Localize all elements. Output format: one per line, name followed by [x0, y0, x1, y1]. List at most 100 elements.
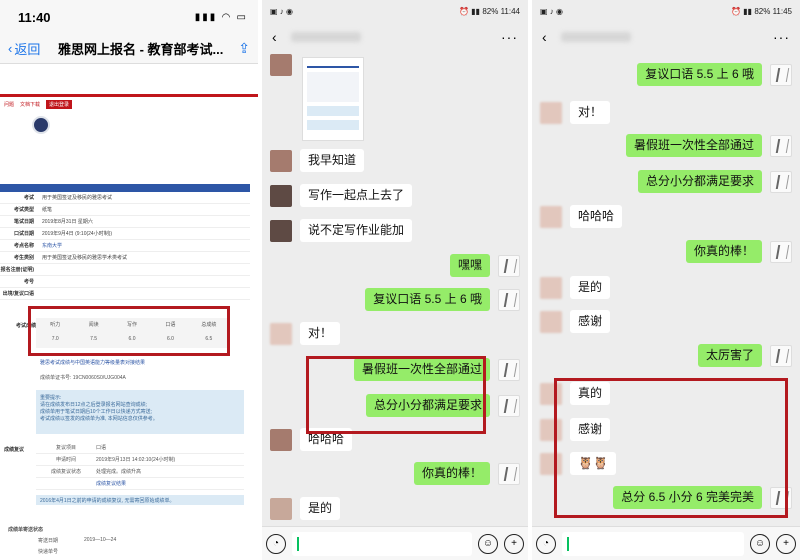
message-bubble[interactable]: 我早知道 — [300, 149, 365, 172]
share-icon[interactable]: ⇪ — [230, 40, 250, 57]
status-time: 11:40 — [18, 9, 51, 25]
contact-name-blurred — [290, 32, 361, 42]
report-number: 成绩单证书号: 19CN0060S0/UJG004A — [40, 375, 126, 381]
more-options-icon[interactable]: ··· — [773, 29, 790, 45]
notice-line: 考试成绩以签发的成绩单为准, 本网站信息仅供参考。 — [40, 416, 158, 422]
message-bubble[interactable]: 复议口语 5.5 上 6 哦 — [365, 288, 490, 311]
message-bubble[interactable]: 总分小分都满足要求 — [637, 170, 762, 193]
screenshot-thumbnail[interactable] — [302, 57, 364, 141]
message-row: 说不定写作业能加 — [270, 219, 413, 242]
message-row: 嘿嘿 — [449, 254, 520, 277]
back-button[interactable]: ‹ 返回 — [8, 39, 58, 58]
add-icon[interactable]: + — [504, 533, 524, 554]
table-row: 笔试日期 2019年8月31日 星期六 — [0, 216, 250, 228]
message-bubble[interactable]: 感谢 — [570, 310, 611, 333]
highlight-box — [554, 378, 788, 518]
avatar[interactable] — [540, 310, 562, 333]
avatar[interactable] — [770, 240, 792, 263]
notice-title: 重要提示: — [40, 395, 62, 401]
message-bubble[interactable]: 对！ — [300, 322, 341, 345]
message-row: 你真的棒！ — [685, 240, 792, 263]
avatar[interactable] — [270, 219, 292, 242]
avatar[interactable] — [498, 288, 520, 311]
table-row: 考试类型 纸笔 — [0, 204, 250, 216]
message-bubble[interactable]: 暑假班一次性全部通过 — [625, 134, 762, 157]
message-input[interactable] — [562, 531, 744, 556]
more-options-icon[interactable]: ··· — [501, 29, 518, 45]
table-row: 快递单号 — [38, 549, 59, 555]
avatar[interactable] — [540, 276, 562, 299]
avatar[interactable] — [270, 149, 292, 172]
message-bubble[interactable]: 说不定写作业能加 — [300, 219, 413, 242]
message-bubble[interactable]: 你真的棒！ — [685, 240, 762, 263]
avatar[interactable] — [770, 344, 792, 367]
back-label: 返回 — [14, 42, 41, 57]
status-time: 11:44 — [500, 6, 520, 16]
input-bar: ◔ ☺ + — [532, 526, 800, 560]
table-row: 申请时间 2019年9月13日 14:02:10(24小时制) — [36, 454, 244, 466]
status-bar: ▣ ♪ ◉ ⏰ ▮▮ 82% 11:45 — [532, 0, 800, 22]
message-row: 你真的棒！ — [413, 462, 520, 485]
emoji-icon[interactable]: ☺ — [478, 533, 498, 554]
chat-header: ‹ ··· — [262, 22, 528, 52]
avatar[interactable] — [540, 101, 562, 124]
back-arrow-icon[interactable]: ‹ — [542, 29, 547, 45]
voice-icon[interactable]: ◔ — [536, 533, 556, 554]
avatar[interactable] — [498, 358, 520, 381]
avatar[interactable] — [498, 462, 520, 485]
notice-line: 成绩单用于笔试日期后10个工作日以快递方式寄送; — [40, 409, 152, 415]
recheck-label: 成绩复议 — [4, 447, 25, 453]
link-question[interactable]: 问题 — [4, 101, 14, 108]
express-section: 成绩单寄送状态 寄送日期 2019—10—24 快递单号 — [8, 526, 248, 555]
emblem-logo — [32, 116, 50, 134]
section-header-bar — [0, 184, 250, 192]
chat-panel-2: ▣ ♪ ◉ ⏰ ▮▮ 82% 11:45 ‹ ··· 复议口语 5.5 上 6 … — [532, 0, 800, 560]
table-row: 寄送日期 2019—10—24 — [38, 537, 117, 544]
message-bubble[interactable]: 是的 — [300, 497, 341, 520]
message-input[interactable] — [292, 531, 472, 556]
back-arrow-icon[interactable]: ‹ — [272, 29, 277, 45]
message-bubble[interactable]: 写作一起点上去了 — [300, 184, 413, 207]
message-bubble[interactable]: 对！ — [570, 101, 611, 124]
message-bubble[interactable]: 复议口语 5.5 上 6 哦 — [637, 63, 762, 86]
chat-header: ‹ ··· — [532, 22, 800, 52]
message-row — [270, 54, 292, 76]
status-time: 11:45 — [772, 6, 792, 16]
avatar[interactable] — [540, 205, 562, 228]
avatar[interactable] — [770, 170, 792, 193]
avatar[interactable] — [270, 184, 292, 207]
table-row: 考号 — [0, 276, 250, 288]
voice-icon[interactable]: ◔ — [266, 533, 286, 554]
message-bubble[interactable]: 你真的棒！ — [413, 462, 490, 485]
status-bar: ▣ ♪ ◉ ⏰ ▮▮ 82% 11:44 — [262, 0, 528, 22]
add-icon[interactable]: + — [776, 533, 796, 554]
avatar[interactable] — [770, 63, 792, 86]
message-bubble[interactable]: 嘿嘿 — [449, 254, 490, 277]
alarm-signal-icon: ⏰ ▮▮ — [731, 6, 755, 16]
alarm-signal-icon: ⏰ ▮▮ — [459, 6, 483, 16]
logout-button[interactable]: 退出登录 — [46, 100, 73, 109]
table-row: 考生类别 用于英国签证及移民的雅思学术类考试 — [0, 252, 250, 264]
avatar[interactable] — [270, 54, 292, 76]
score-note-link[interactable]: 雅思考试成绩与中国英语能力等级量表对接结果 — [40, 359, 145, 366]
avatar[interactable] — [270, 428, 292, 451]
ielts-browser-panel: 11:40 ▮▮▮ ◠ ▭ ‹ 返回 雅思网上报名 - 教育部考试... ⇪ 问… — [0, 0, 258, 560]
message-bubble[interactable]: 哈哈哈 — [570, 205, 623, 228]
message-row: 对！ — [270, 322, 341, 345]
message-row: 总分小分都满足要求 — [637, 170, 792, 193]
message-row: 是的 — [270, 497, 341, 520]
recheck-table: 复议项目 口语 申请时间 2019年9月13日 14:02:10(24小时制) 成绩… — [36, 442, 244, 490]
emoji-icon[interactable]: ☺ — [750, 533, 770, 554]
avatar[interactable] — [770, 134, 792, 157]
message-row: 太厉害了 — [697, 344, 792, 367]
avatar[interactable] — [498, 254, 520, 277]
avatar[interactable] — [270, 497, 292, 520]
avatar[interactable] — [270, 322, 292, 345]
notice-box: 重要提示: 请在成绩发布日12点之后登录报名网站查询成绩; 成绩单用于笔试日期后… — [36, 390, 244, 434]
link-download[interactable]: 文档下载 — [20, 101, 40, 108]
message-bubble[interactable]: 是的 — [570, 276, 611, 299]
battery-level: 82% — [482, 6, 499, 16]
page-title: 雅思网上报名 - 教育部考试... — [58, 42, 224, 57]
message-bubble[interactable]: 太厉害了 — [697, 344, 762, 367]
avatar[interactable] — [498, 394, 520, 417]
